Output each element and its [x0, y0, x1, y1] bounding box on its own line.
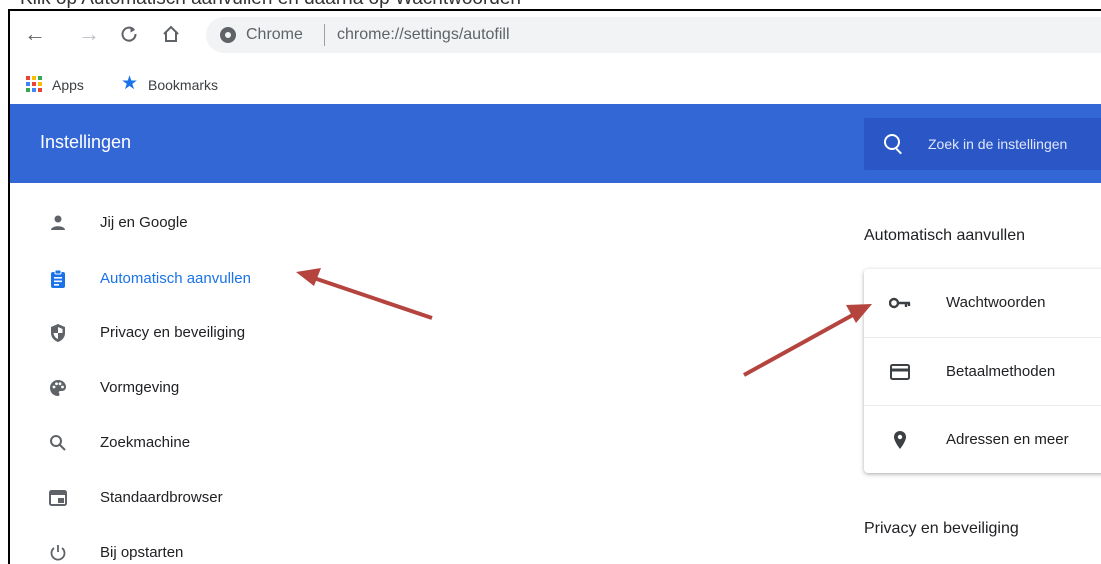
star-icon: ★ [121, 73, 139, 94]
search-icon [884, 134, 900, 150]
sidebar-item-label: Vormgeving [100, 379, 180, 396]
reload-icon[interactable] [116, 21, 142, 47]
sidebar-item-label: Automatisch aanvullen [100, 270, 251, 287]
autofill-card: Wachtwoorden Betaalmethoden Adressen en … [864, 269, 1101, 473]
section-title-privacy: Privacy en beveiliging [864, 520, 1019, 537]
site-label: Chrome [246, 26, 303, 43]
credit-card-icon [888, 360, 912, 384]
sidebar-item-label: Bij opstarten [100, 544, 184, 561]
forward-arrow-icon[interactable]: → [76, 21, 102, 47]
key-icon [888, 291, 912, 315]
shield-icon [46, 321, 70, 345]
autofill-row-label: Wachtwoorden [946, 294, 1046, 311]
browser-window: ← → Chrome chrome://settings/autofill Ap… [8, 9, 1101, 564]
settings-search[interactable]: Zoek in de instellingen [864, 118, 1101, 170]
sidebar-item-vormgeving[interactable]: Vormgeving [10, 368, 430, 408]
person-icon [46, 211, 70, 235]
power-icon [46, 541, 70, 564]
sidebar-item-standaardbrowser[interactable]: Standaardbrowser [10, 478, 430, 518]
palette-icon [46, 376, 70, 400]
location-pin-icon [888, 428, 912, 452]
search-icon [46, 431, 70, 455]
back-arrow-icon[interactable]: ← [22, 21, 48, 47]
settings-header: Instellingen Zoek in de instellingen [10, 104, 1101, 183]
section-title-autofill: Automatisch aanvullen [864, 227, 1025, 244]
bookmarks-link[interactable]: Bookmarks [148, 77, 218, 93]
bookmarks-bar: Apps ★ Bookmarks [10, 63, 1101, 103]
autofill-row-betaalmethoden[interactable]: Betaalmethoden [864, 337, 1101, 406]
url-text[interactable]: chrome://settings/autofill [337, 26, 510, 44]
sidebar-item-label: Standaardbrowser [100, 489, 223, 506]
sidebar-item-automatisch-aanvullen[interactable]: Automatisch aanvullen [10, 259, 430, 299]
sidebar-item-label: Jij en Google [100, 214, 188, 231]
home-icon[interactable] [158, 21, 184, 47]
page-title: Instellingen [40, 132, 132, 152]
sidebar-item-bij-opstarten[interactable]: Bij opstarten [10, 533, 430, 564]
clipboard-icon [46, 267, 70, 291]
autofill-row-label: Adressen en meer [946, 431, 1069, 448]
browser-window-icon [46, 486, 70, 510]
browser-toolbar: ← → Chrome chrome://settings/autofill [10, 11, 1101, 61]
address-bar[interactable]: Chrome chrome://settings/autofill [206, 17, 1101, 53]
sidebar-item-label: Zoekmachine [100, 434, 191, 451]
autofill-row-label: Betaalmethoden [946, 363, 1056, 380]
autofill-row-wachtwoorden[interactable]: Wachtwoorden [864, 269, 1101, 337]
sidebar-item-label: Privacy en beveiliging [100, 324, 246, 341]
sidebar-item-privacy-en-beveiliging[interactable]: Privacy en beveiliging [10, 313, 430, 353]
apps-link[interactable]: Apps [52, 77, 84, 93]
apps-grid-icon[interactable] [26, 76, 44, 92]
omnibox-separator [324, 24, 325, 46]
chrome-icon [220, 27, 236, 43]
search-input[interactable]: Zoek in de instellingen [928, 136, 1067, 152]
autofill-row-adressen[interactable]: Adressen en meer [864, 405, 1101, 474]
sidebar-item-zoekmachine[interactable]: Zoekmachine [10, 423, 430, 463]
sidebar-item-jij-en-google[interactable]: Jij en Google [10, 203, 430, 243]
